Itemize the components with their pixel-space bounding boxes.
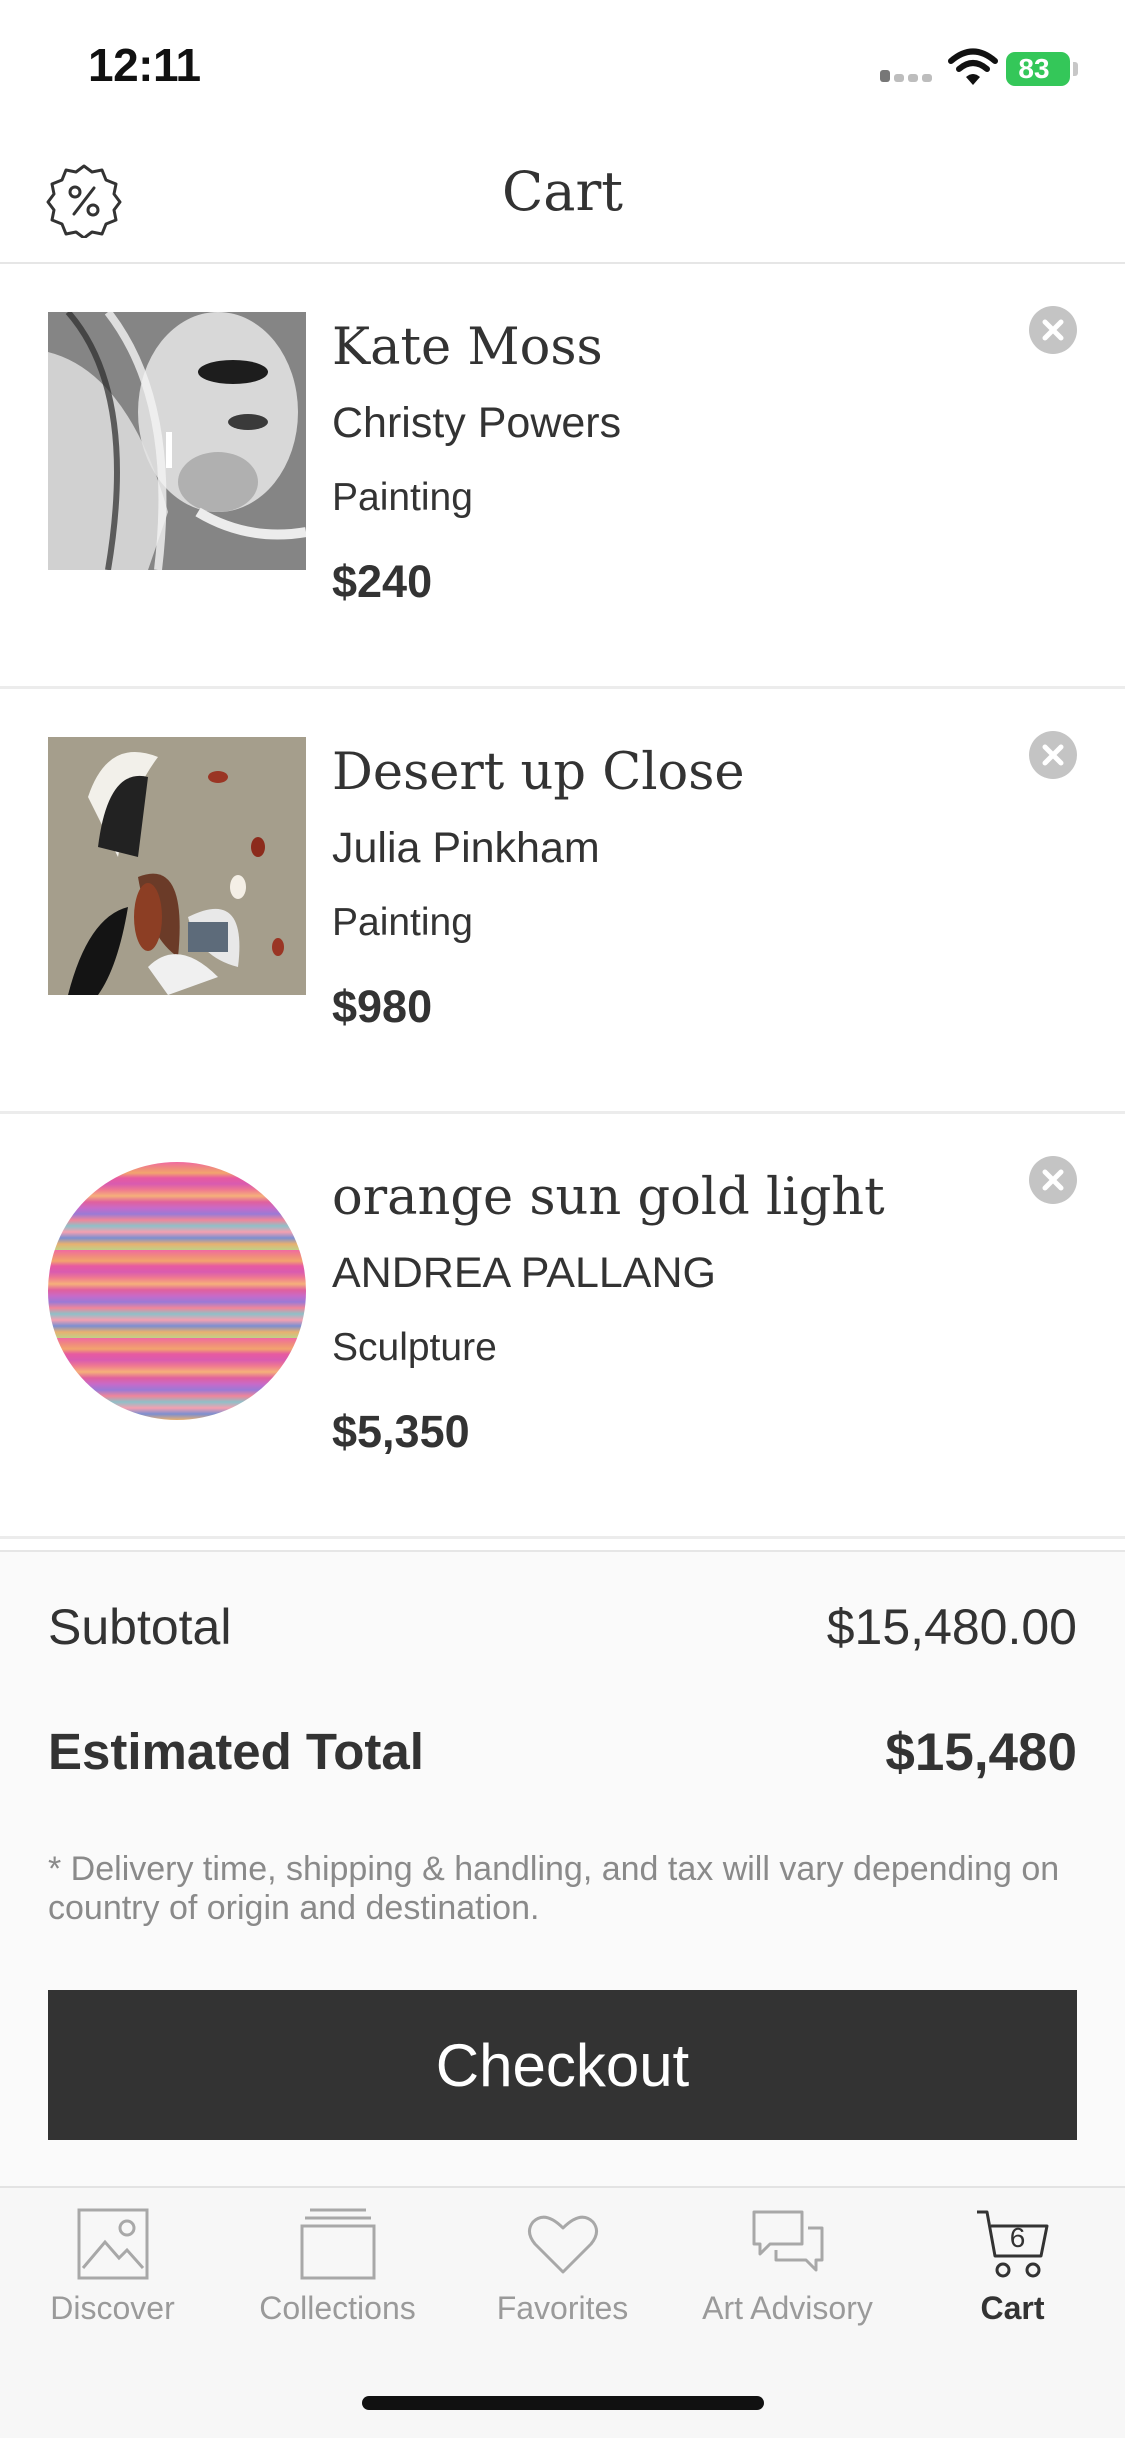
item-title[interactable]: Kate Moss bbox=[332, 318, 603, 377]
item-price: $980 bbox=[332, 981, 433, 1032]
chat-bubbles-icon bbox=[752, 2210, 823, 2272]
tab-art-advisory[interactable]: Art Advisory bbox=[675, 2206, 900, 2356]
tab-discover[interactable]: Discover bbox=[0, 2206, 225, 2356]
artwork-thumbnail[interactable] bbox=[48, 312, 306, 570]
artwork-thumbnail[interactable] bbox=[48, 1162, 306, 1420]
item-divider bbox=[0, 1536, 1125, 1539]
remove-item-icon[interactable] bbox=[1029, 1156, 1077, 1204]
subtotal-label: Subtotal bbox=[48, 1599, 232, 1655]
cellular-signal-icon bbox=[880, 66, 936, 82]
remove-item-icon[interactable] bbox=[1029, 306, 1077, 354]
item-medium: Painting bbox=[332, 476, 473, 519]
cart-item[interactable]: Desert up Close Julia Pinkham Painting $… bbox=[0, 689, 1125, 1114]
battery-level: 83 bbox=[1018, 53, 1050, 84]
subtotal-value: $15,480.00 bbox=[826, 1599, 1077, 1655]
cart-item[interactable]: orange sun gold light ANDREA PALLANG Scu… bbox=[0, 1114, 1125, 1539]
item-artist[interactable]: Julia Pinkham bbox=[332, 824, 600, 873]
item-medium: Sculpture bbox=[332, 1326, 497, 1369]
item-artist[interactable]: ANDREA PALLANG bbox=[332, 1249, 716, 1298]
status-time: 12:11 bbox=[88, 39, 201, 91]
checkout-button[interactable]: Checkout bbox=[48, 1990, 1077, 2140]
battery-nub bbox=[1073, 62, 1078, 76]
artwork-thumbnail[interactable] bbox=[48, 737, 306, 995]
tab-label: Favorites bbox=[496, 2290, 629, 2326]
cart-item[interactable]: Kate Moss Christy Powers Painting $240 bbox=[0, 264, 1125, 689]
item-title[interactable]: Desert up Close bbox=[332, 743, 745, 802]
tab-label: Collections bbox=[259, 2290, 416, 2326]
item-medium: Painting bbox=[332, 901, 473, 944]
tab-label: Cart bbox=[980, 2290, 1045, 2326]
picture-icon bbox=[77, 2208, 148, 2280]
heart-icon bbox=[527, 2215, 598, 2274]
delivery-note: * Delivery time, shipping & handling, an… bbox=[48, 1850, 1060, 1927]
tab-cart[interactable]: 6 Cart bbox=[900, 2206, 1125, 2356]
tab-label: Discover bbox=[50, 2290, 175, 2326]
tab-label: Art Advisory bbox=[702, 2290, 873, 2326]
page-title: Cart bbox=[501, 160, 624, 223]
wifi-icon bbox=[948, 48, 998, 88]
item-title[interactable]: orange sun gold light bbox=[332, 1168, 885, 1227]
remove-item-icon[interactable] bbox=[1029, 731, 1077, 779]
collections-stack-icon bbox=[300, 2208, 375, 2280]
cart-count-badge: 6 bbox=[1009, 2222, 1026, 2253]
tab-favorites[interactable]: Favorites bbox=[450, 2206, 675, 2356]
item-price: $5,350 bbox=[332, 1406, 470, 1457]
tab-collections[interactable]: Collections bbox=[225, 2206, 450, 2356]
item-price: $240 bbox=[332, 556, 433, 607]
estimated-total-label: Estimated Total bbox=[48, 1723, 424, 1780]
estimated-total-value: $15,480 bbox=[885, 1723, 1077, 1782]
item-artist[interactable]: Christy Powers bbox=[332, 399, 621, 448]
home-indicator bbox=[362, 2396, 764, 2410]
